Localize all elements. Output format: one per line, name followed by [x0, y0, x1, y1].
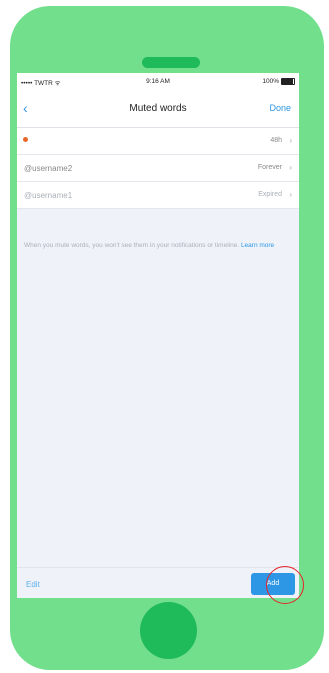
battery-icon [281, 78, 295, 85]
muted-word-row[interactable]: @username2 Forever › [17, 155, 299, 182]
muted-word-row[interactable]: 48h › [17, 128, 299, 155]
status-time: 9:16 AM [146, 78, 170, 85]
mute-info-text: When you mute words, you won't see them … [24, 242, 240, 249]
navigation-bar: ‹ Muted words Done [17, 91, 299, 128]
phone-screen: ••••• TWTR ᯤ 9:16 AM 100% ‹ Muted words … [17, 73, 299, 598]
chevron-right-icon: › [289, 163, 292, 172]
chevron-right-icon: › [289, 190, 292, 199]
home-button[interactable] [140, 602, 197, 659]
edit-button[interactable]: Edit [26, 580, 40, 589]
chevron-right-icon: › [289, 136, 292, 145]
learn-more-link[interactable]: Learn more [241, 242, 274, 249]
muted-word-label: @username2 [24, 164, 73, 173]
page-title: Muted words [129, 103, 187, 114]
mute-info-note: When you mute words, you won't see them … [24, 241, 292, 250]
muted-words-list: 48h › @username2 Forever › @username1 Ex… [17, 128, 299, 209]
mute-duration: Forever [257, 164, 282, 171]
battery-percent: 100% [262, 78, 279, 85]
speaker-grille [142, 57, 200, 68]
muted-word-row[interactable]: @username1 Expired › [17, 182, 299, 209]
mute-duration: Expired [258, 191, 282, 198]
mute-duration: 48h [270, 137, 282, 144]
status-bar: ••••• TWTR ᯤ 9:16 AM 100% [17, 73, 299, 91]
new-word-dot-icon [23, 137, 28, 142]
muted-word-label: @username1 [24, 191, 73, 200]
highlight-ring [266, 566, 304, 604]
done-button[interactable]: Done [269, 103, 291, 113]
bottom-toolbar: Edit Add [17, 567, 299, 598]
battery-indicator: 100% [262, 78, 295, 85]
